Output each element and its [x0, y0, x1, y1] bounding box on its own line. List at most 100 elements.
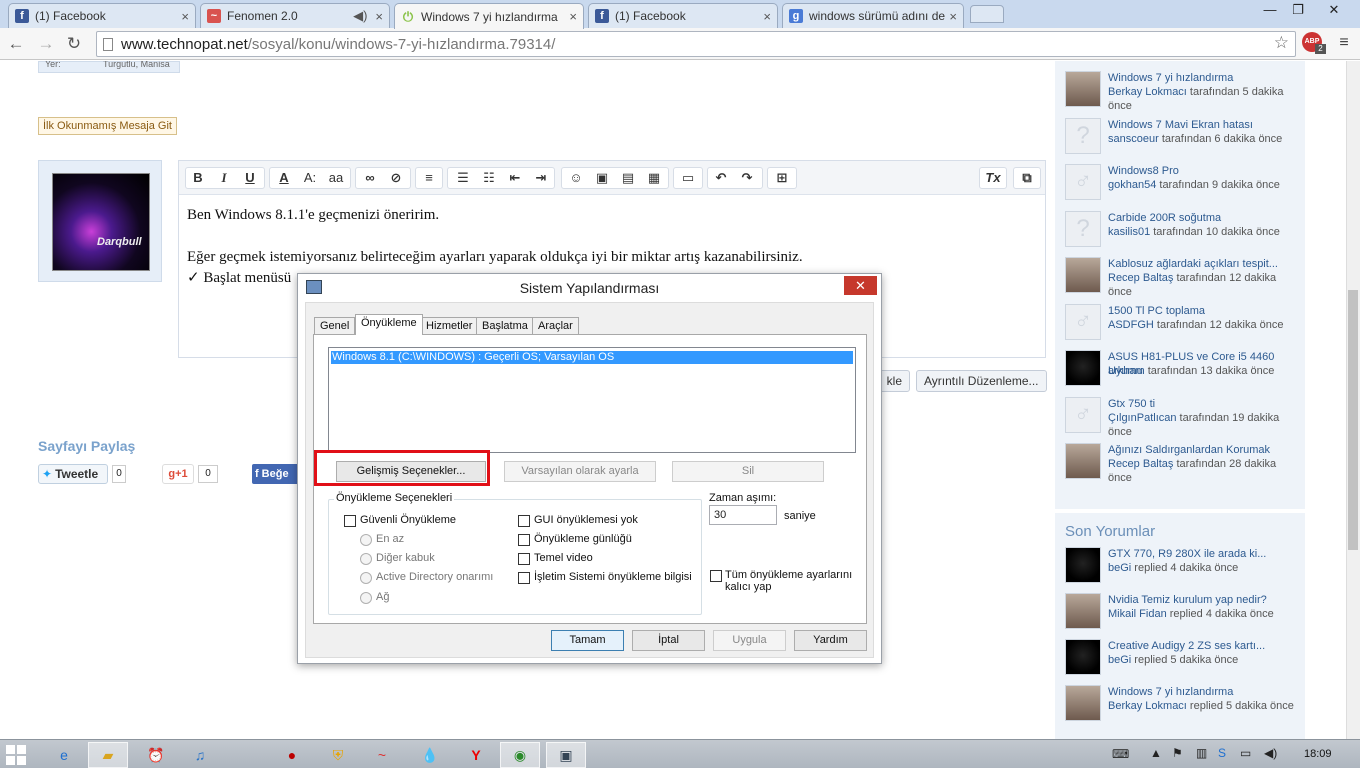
reload-icon[interactable]: ↻: [64, 34, 84, 54]
help-button[interactable]: Yardım: [794, 630, 867, 651]
radio-ad-repair[interactable]: [360, 572, 372, 584]
sidebar-item[interactable]: ♂ Windows8 Pro gokhan54 tarafından 9 dakik…: [1065, 164, 1300, 208]
redo-icon[interactable]: ↷: [737, 168, 757, 188]
sidebar-item-user[interactable]: Berkay Lokmacı: [1108, 86, 1187, 98]
table-icon[interactable]: ⊞: [772, 168, 792, 188]
explorer-icon[interactable]: ▰: [88, 742, 128, 768]
undo-icon[interactable]: ↶: [711, 168, 731, 188]
user-avatar[interactable]: [1065, 350, 1101, 386]
sidebar-item-user[interactable]: beGi: [1108, 562, 1131, 574]
font-color-icon[interactable]: A: [274, 168, 294, 188]
alarm-icon[interactable]: ⏰: [136, 742, 176, 768]
sidebar-item-title[interactable]: 1500 Tl PC toplama: [1108, 304, 1298, 318]
keyboard-icon[interactable]: ⌨: [1112, 747, 1129, 761]
sidebar-item-user[interactable]: Berkay Lokmacı: [1108, 700, 1187, 712]
sidebar-item[interactable]: Creative Audigy 2 ZS ses kartı... beGi re…: [1065, 639, 1300, 683]
sidebar-item-title[interactable]: Ağınızı Saldırganlardan Korumak: [1108, 443, 1298, 457]
address-bar[interactable]: www.technopat.net/sosyal/konu/windows-7-…: [96, 31, 1296, 57]
close-tab-icon[interactable]: ×: [949, 9, 957, 24]
sidebar-item-user[interactable]: gokhan54: [1108, 179, 1156, 191]
clock[interactable]: 18:09: [1304, 748, 1332, 760]
browser-tab[interactable]: f (1) Facebook ×: [8, 3, 196, 28]
sidebar-item-title[interactable]: Carbide 200R soğutma: [1108, 211, 1298, 225]
outdent-icon[interactable]: ⇤: [505, 168, 525, 188]
base-video-checkbox[interactable]: [518, 553, 530, 565]
sidebar-item-user[interactable]: ASDFGH: [1108, 319, 1154, 331]
tab-genel[interactable]: Genel: [314, 317, 356, 335]
gplus-button[interactable]: g+1: [162, 464, 194, 484]
unknown-avatar-icon[interactable]: ?: [1065, 210, 1101, 247]
os-info-checkbox[interactable]: [518, 572, 530, 584]
user-avatar[interactable]: [1065, 547, 1101, 583]
unknown-avatar-icon[interactable]: ?: [1065, 117, 1101, 154]
media-icon[interactable]: ▤: [618, 168, 638, 188]
smiley-icon[interactable]: ☺: [566, 168, 586, 188]
sidebar-item[interactable]: GTX 770, R9 280X ile arada ki... beGi rep…: [1065, 547, 1300, 591]
start-icon[interactable]: [6, 745, 26, 765]
timeout-input[interactable]: 30: [709, 505, 777, 525]
user-avatar[interactable]: [1065, 685, 1101, 721]
save-draft-icon[interactable]: ▭: [678, 168, 698, 188]
volume-icon[interactable]: ◀): [1264, 746, 1277, 760]
male-avatar-icon[interactable]: ♂: [1065, 164, 1101, 200]
radio-minimal[interactable]: [360, 534, 372, 546]
facebook-like-button[interactable]: f Beğe: [252, 464, 300, 484]
forward-icon[interactable]: →: [36, 34, 56, 54]
quote-icon[interactable]: ▦: [644, 168, 664, 188]
tweet-button[interactable]: ✦ Tweetle: [38, 464, 108, 484]
radio-network[interactable]: [360, 592, 372, 604]
sidebar-item[interactable]: ♂ Gtx 750 ti ÇılgınPatlıcan tarafından 19 …: [1065, 396, 1300, 441]
sidebar-item-user[interactable]: arkham: [1108, 365, 1145, 377]
tab-baslatma[interactable]: Başlatma: [476, 317, 534, 335]
sidebar-item-title[interactable]: Kablosuz ağlardaki açıkları tespit...: [1108, 257, 1298, 271]
user-avatar[interactable]: [1065, 257, 1101, 293]
os-list[interactable]: Windows 8.1 (C:\WINDOWS) : Geçerli OS; V…: [328, 347, 856, 453]
sidebar-item-user[interactable]: kasilis01: [1108, 226, 1150, 238]
itunes-icon[interactable]: ♫: [180, 742, 220, 768]
sidebar-item[interactable]: Nvidia Temiz kurulum yap nedir? Mikail Fi…: [1065, 593, 1300, 637]
font-family-icon[interactable]: aa: [326, 168, 346, 188]
sidebar-item-title[interactable]: Windows 7 yi hızlandırma: [1108, 71, 1298, 85]
sidebar-item[interactable]: Windows 7 yi hızlandırma Berkay Lokmacı r…: [1065, 685, 1300, 729]
unlink-icon[interactable]: ⊘: [386, 168, 406, 188]
align-icon[interactable]: ≡: [419, 168, 439, 188]
close-window-icon[interactable]: ✕: [1312, 0, 1356, 20]
skype-icon[interactable]: S: [1218, 746, 1226, 760]
os-list-item[interactable]: Windows 8.1 (C:\WINDOWS) : Geçerli OS; V…: [331, 351, 853, 364]
sidebar-item[interactable]: ASUS H81-PLUS ve Core i5 4460 Uyumu arkha…: [1065, 350, 1300, 394]
radio-alternate-shell[interactable]: [360, 553, 372, 565]
sidebar-item-user[interactable]: sanscoeur: [1108, 133, 1159, 145]
sidebar-item[interactable]: ? Windows 7 Mavi Ekran hatası sanscoeur ta…: [1065, 117, 1300, 162]
boot-log-checkbox[interactable]: [518, 534, 530, 546]
menu-icon[interactable]: ≡: [1334, 34, 1354, 52]
scrollbar-thumb[interactable]: [1348, 290, 1358, 550]
first-unread-button[interactable]: İlk Okunmamış Mesaja Git: [38, 117, 177, 135]
network-icon[interactable]: ▥: [1196, 746, 1207, 760]
indent-icon[interactable]: ⇥: [531, 168, 551, 188]
font-size-icon[interactable]: A:: [300, 168, 320, 188]
sidebar-item[interactable]: Ağınızı Saldırganlardan Korumak Recep Bal…: [1065, 443, 1300, 487]
close-tab-icon[interactable]: ×: [569, 9, 577, 24]
tab-araclar[interactable]: Araçlar: [532, 317, 579, 335]
image-icon[interactable]: ▣: [592, 168, 612, 188]
sidebar-item-user[interactable]: Recep Baltaş: [1108, 272, 1173, 284]
sidebar-item-user[interactable]: ÇılgınPatlıcan: [1108, 412, 1176, 424]
remove-format-icon[interactable]: Tx: [983, 168, 1003, 188]
underline-icon[interactable]: U: [240, 168, 260, 188]
set-default-button[interactable]: Varsayılan olarak ayarla: [504, 461, 656, 482]
sidebar-item-title[interactable]: GTX 770, R9 280X ile arada ki...: [1108, 547, 1298, 561]
sidebar-item[interactable]: Windows 7 yi hızlandırma Berkay Lokmacı t…: [1065, 71, 1300, 115]
close-tab-icon[interactable]: ×: [375, 9, 383, 24]
persist-checkbox[interactable]: [710, 570, 722, 582]
user-avatar[interactable]: [1065, 71, 1101, 107]
bullet-list-icon[interactable]: ☰: [453, 168, 473, 188]
display-icon[interactable]: ▭: [1240, 746, 1251, 760]
no-gui-checkbox[interactable]: [518, 515, 530, 527]
tab-onyukleme[interactable]: Önyükleme: [355, 314, 423, 335]
fenomen-icon[interactable]: ~: [362, 742, 402, 768]
user-avatar[interactable]: [1065, 593, 1101, 629]
sidebar-item-user[interactable]: Recep Baltaş: [1108, 458, 1173, 470]
male-avatar-icon[interactable]: ♂: [1065, 303, 1101, 340]
bookmark-star-icon[interactable]: ☆: [1274, 33, 1289, 53]
action-center-icon[interactable]: ⚑: [1172, 746, 1183, 760]
